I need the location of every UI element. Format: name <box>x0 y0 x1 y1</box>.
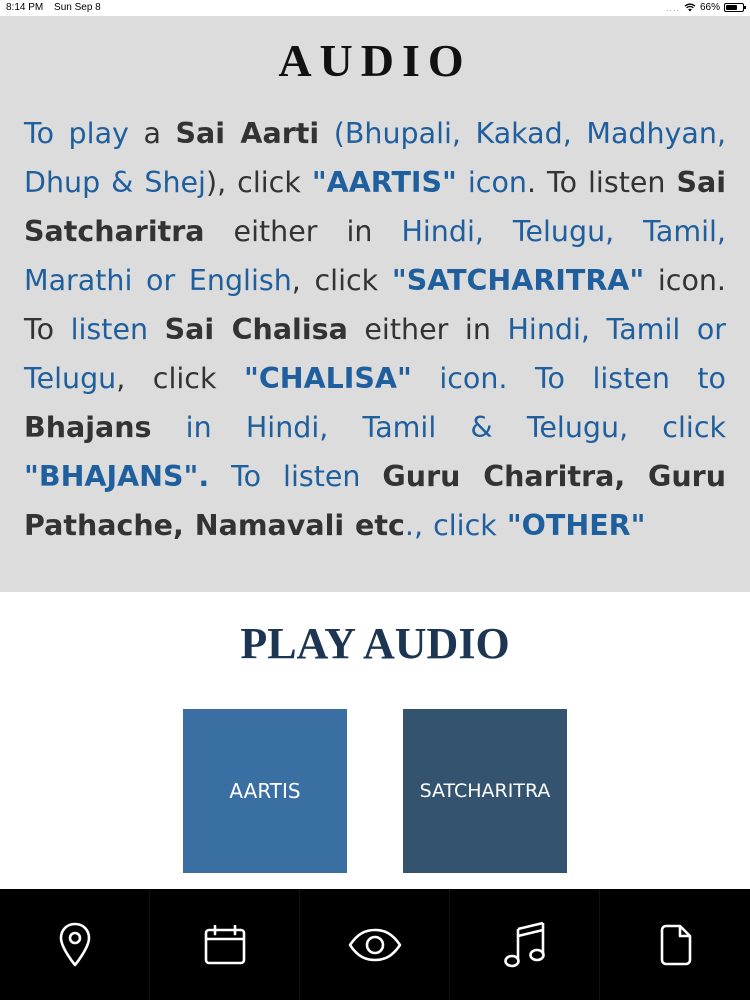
intro-text-segment: . To listen <box>526 166 677 199</box>
signal-icon: .... <box>665 2 680 13</box>
intro-text-segment: "AARTIS" <box>311 166 457 199</box>
intro-text-segment: "SATCHARITRA" <box>391 264 645 297</box>
intro-text-segment: listen <box>70 313 149 346</box>
eye-icon <box>348 928 401 961</box>
intro-text-segment: "CHALISA" <box>243 362 412 395</box>
intro-text-segment <box>148 313 165 346</box>
intro-text-segment: , click <box>291 264 392 297</box>
aartis-button[interactable]: AARTIS <box>183 709 347 873</box>
document-icon <box>660 924 692 965</box>
intro-text-segment: icon <box>456 166 527 199</box>
aartis-button-label: AARTIS <box>229 779 301 803</box>
music-note-icon <box>503 921 545 967</box>
tab-bar <box>0 889 750 1000</box>
status-time: 8:14 PM <box>6 2 44 13</box>
battery-icon <box>724 3 746 12</box>
play-audio-title: PLAY AUDIO <box>240 619 510 668</box>
intro-text-segment: Bhajans <box>24 411 152 444</box>
satcharitra-button-label: SATCHARITRA <box>419 780 551 802</box>
intro-text-segment: ), click <box>205 166 312 199</box>
wifi-icon <box>684 3 696 12</box>
intro-text-segment: "OTHER" <box>506 509 646 542</box>
intro-text-segment: icon. To listen to <box>411 362 726 395</box>
location-pin-icon <box>59 922 90 966</box>
audio-title: AUDIO <box>278 35 472 86</box>
tab-location[interactable] <box>0 889 150 1000</box>
intro-text-segment: Sai Aarti <box>175 117 320 150</box>
status-left: 8:14 PM Sun Sep 8 <box>6 2 109 13</box>
status-right: .... 66% <box>665 2 746 13</box>
intro-text-segment: either in <box>204 215 402 248</box>
intro-text-segment: To play <box>24 117 129 150</box>
status-bar: 8:14 PM Sun Sep 8 .... 66% <box>0 0 750 16</box>
tab-view[interactable] <box>300 889 450 1000</box>
battery-percent: 66% <box>699 2 720 13</box>
intro-text-segment: Sai Chalisa <box>164 313 348 346</box>
tab-audio[interactable] <box>450 889 600 1000</box>
calendar-icon <box>204 924 245 964</box>
intro-text-segment: To listen <box>209 460 383 493</box>
status-date: Sun Sep 8 <box>54 2 101 13</box>
satcharitra-button[interactable]: SATCHARITRA <box>403 709 567 873</box>
intro-text-segment: either in <box>347 313 508 346</box>
intro-text-segment: ., click <box>404 509 507 542</box>
tab-calendar[interactable] <box>150 889 300 1000</box>
audio-instructions: To play a Sai Aarti (Bhupali, Kakad, Mad… <box>24 109 726 550</box>
audio-intro-panel: AUDIO To play a Sai Aarti (Bhupali, Kaka… <box>0 16 750 592</box>
intro-text-segment: "BHAJANS". <box>24 460 210 493</box>
intro-text-segment: a <box>128 117 176 150</box>
intro-text-segment: in Hindi, Tamil & Telugu, click <box>151 411 726 444</box>
tab-documents[interactable] <box>600 889 750 1000</box>
intro-text-segment: , click <box>116 362 244 395</box>
